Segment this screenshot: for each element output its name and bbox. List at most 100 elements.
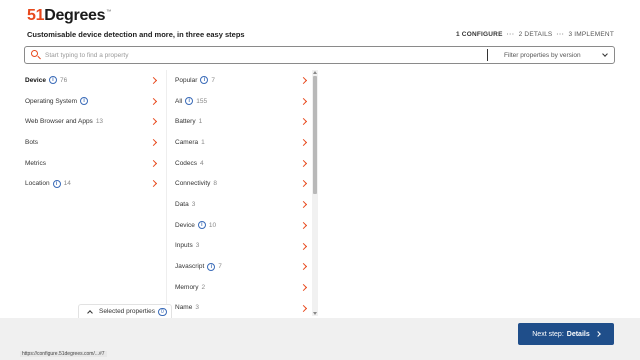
chevron-right-icon [299,242,308,250]
category-item[interactable]: Device i 76 [22,70,162,91]
step-separator: ··· [556,31,565,38]
item-label: Bots [25,138,39,146]
subcategory-item[interactable]: Codecs 4 [172,153,312,174]
step-implement: 3 IMPLEMENT [568,31,614,38]
item-count: 3 [195,242,200,250]
item-count: 76 [59,76,68,84]
item-label: Name [175,304,193,312]
item-count: 13 [95,118,104,126]
subcategory-item[interactable]: Memory 2 [172,277,312,298]
search-input[interactable] [42,48,487,62]
selected-properties-label: Selected properties [99,308,156,315]
chevron-right-icon [299,221,308,229]
subcategory-item[interactable]: Name 3 [172,298,312,316]
search-icon [30,49,42,61]
status-bar-url: https://configure.51degrees.com/...#7 [20,351,107,357]
subcategory-item[interactable]: Inputs 3 [172,236,312,257]
item-count: 1 [201,138,205,146]
chevron-right-icon [149,76,158,85]
item-label: Inputs [175,242,193,250]
subcategory-item[interactable]: Data 3 [172,194,312,215]
info-icon[interactable]: i [80,97,89,106]
item-label: Camera [175,138,199,146]
info-icon[interactable]: i [52,179,61,188]
chevron-right-icon [299,180,308,188]
category-item[interactable]: Bots [22,132,162,153]
item-count: 3 [191,200,196,208]
item-label: Data [175,200,189,208]
subcategory-item[interactable]: Popular i 7 [172,70,312,91]
item-label: Device [25,76,46,84]
column-divider [166,70,167,316]
item-count: 4 [200,159,204,167]
chevron-right-icon [299,159,308,167]
category-item[interactable]: Metrics [22,153,162,174]
next-step-button[interactable]: Next step: Details [518,323,614,345]
info-icon[interactable]: i [48,76,57,85]
info-icon[interactable]: i [200,76,209,85]
brand-logo[interactable]: 51Degrees ™ [27,7,111,25]
subcategory-item[interactable]: All i 155 [172,91,312,112]
chevron-right-icon [299,201,308,209]
chevron-right-icon [149,118,158,126]
info-icon[interactable]: i [197,221,206,230]
chevron-right-icon [299,76,308,85]
subcategory-item[interactable]: Battery 1 [172,111,312,132]
item-count: 3 [195,304,199,312]
subcategory-item[interactable]: Device i 10 [172,215,312,236]
step-progress: 1 CONFIGURE ··· 2 DETAILS ··· 3 IMPLEMEN… [456,31,614,38]
version-filter-select[interactable]: Filter properties by version [488,47,614,63]
category-item[interactable]: Web Browser and Apps 13 [22,111,162,132]
trademark-mark: ™ [106,9,112,15]
scroll-thumb[interactable] [313,76,317,194]
item-label: Operating System [25,97,78,105]
next-step-prefix: Next step: [532,330,564,338]
category-item[interactable]: Location i 14 [22,173,162,194]
scroll-up-arrow-icon[interactable] [313,71,317,74]
item-count: 7 [218,263,222,271]
item-label: Battery [175,118,196,126]
step-configure: 1 CONFIGURE [455,31,503,38]
next-step-label: Details [566,330,590,338]
step-separator: ··· [506,31,515,38]
item-count: 8 [213,180,218,188]
chevron-right-icon [149,180,158,188]
item-label: Codecs [175,159,198,167]
item-count: 10 [208,221,217,229]
info-icon[interactable]: i [185,97,194,106]
chevron-right-icon [299,263,308,271]
scroll-down-arrow-icon[interactable] [313,312,317,315]
chevron-right-icon [299,139,308,147]
chevron-right-icon [149,97,158,105]
configurator-page: 51Degrees ™ Customisable device detectio… [0,0,640,360]
item-label: Web Browser and Apps [25,118,93,126]
selected-count-badge: 0 [158,307,167,316]
step-details: 2 DETAILS [518,31,553,38]
subcategory-item[interactable]: Camera 1 [172,132,312,153]
item-label: Device [175,221,195,229]
info-icon[interactable]: i [207,262,216,271]
footer-bar: Next step: Details https://configure.51d… [0,318,640,360]
chevron-right-icon [299,97,308,105]
chevron-right-icon [594,331,601,337]
chevron-right-icon [299,283,308,291]
item-count: 1 [198,118,203,126]
subcategory-item[interactable]: Javascript i 7 [172,256,312,277]
item-label: Popular [175,76,198,84]
filter-selected-value: Filter properties by version [504,51,581,59]
subcategory-scrollbar[interactable] [312,70,318,316]
chevron-right-icon [149,139,158,147]
item-label: All [175,97,183,105]
logo-wordmark: 51Degrees [27,7,106,24]
chevron-up-icon [87,309,93,316]
chevron-right-icon [149,159,158,167]
item-label: Memory [175,283,199,291]
chevron-right-icon [299,304,308,312]
category-item[interactable]: Operating System i [22,91,162,112]
chevron-right-icon [299,118,308,126]
chevron-down-icon [602,51,608,57]
item-count: 7 [211,76,216,84]
page-tagline: Customisable device detection and more, … [27,30,245,39]
selected-properties-toggle[interactable]: Selected properties 0 [78,304,172,318]
subcategory-item[interactable]: Connectivity 8 [172,173,312,194]
